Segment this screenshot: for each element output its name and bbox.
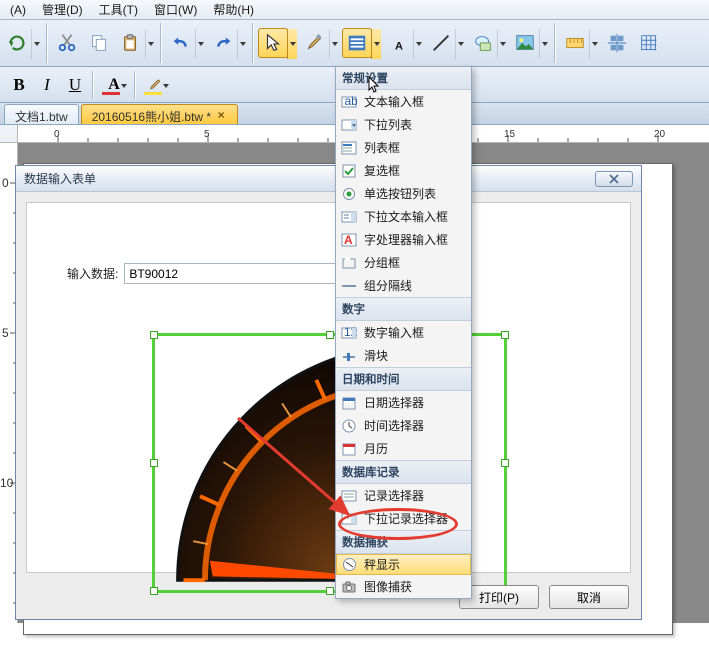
input-label: 输入数据:	[67, 265, 118, 282]
italic-button[interactable]: I	[34, 72, 60, 98]
menu-group-header: 数据捕获	[336, 530, 471, 554]
menu-item-dropdown[interactable]: 下拉列表	[336, 113, 471, 136]
data-entry-dialog: 数据输入表单 输入数据:	[15, 165, 642, 620]
form-controls-dropdown: 常规设置 abl文本输入框 下拉列表 列表框 复选框 单选按钮列表 下拉文本输入…	[335, 66, 472, 599]
menu-item-radio[interactable]: 单选按钮列表	[336, 182, 471, 205]
paste-button[interactable]	[116, 28, 146, 58]
svg-text:A: A	[344, 233, 353, 247]
pointer-tool[interactable]	[258, 28, 288, 58]
cut-button[interactable]	[52, 28, 82, 58]
menu-group-header: 常规设置	[336, 67, 471, 90]
undo-button[interactable]	[166, 28, 196, 58]
menu-item-recpicker[interactable]: 记录选择器	[336, 484, 471, 507]
grid-tool[interactable]	[634, 28, 664, 58]
doc-tab[interactable]: 文档1.btw	[4, 104, 79, 124]
menu-item[interactable]: (A)	[2, 1, 34, 19]
menu-item-separator[interactable]: 组分隔线	[336, 274, 471, 297]
svg-text:5: 5	[2, 326, 9, 340]
menu-item-timepicker[interactable]: 时间选择器	[336, 414, 471, 437]
menu-group-header: 日期和时间	[336, 367, 471, 391]
picture-tool[interactable]	[510, 28, 540, 58]
menu-item[interactable]: 管理(D)	[34, 0, 91, 20]
refresh-button[interactable]	[2, 28, 32, 58]
menu-item-richtext[interactable]: A字处理器输入框	[336, 228, 471, 251]
highlight-button[interactable]	[140, 72, 172, 98]
svg-text:A: A	[395, 40, 403, 52]
main-toolbar: A	[0, 20, 709, 67]
brush-tool[interactable]	[300, 28, 330, 58]
menu-item-datepicker[interactable]: 日期选择器	[336, 391, 471, 414]
data-input[interactable]	[124, 263, 356, 284]
cancel-button[interactable]: 取消	[549, 585, 629, 609]
form-control-tool[interactable]	[342, 28, 372, 58]
svg-text:10: 10	[0, 476, 14, 490]
menu-item-listbox[interactable]: 列表框	[336, 136, 471, 159]
menu-item-imgcapture[interactable]: 图像捕获	[336, 575, 471, 598]
text-tool[interactable]: A	[384, 28, 414, 58]
menu-bar: (A) 管理(D) 工具(T) 窗口(W) 帮助(H)	[0, 0, 709, 20]
menu-item-calendar[interactable]: 月历	[336, 437, 471, 460]
bold-button[interactable]: B	[6, 72, 32, 98]
align-tool[interactable]	[602, 28, 632, 58]
dialog-close-button[interactable]	[595, 171, 633, 187]
menu-item-combotext[interactable]: 下拉文本输入框	[336, 205, 471, 228]
menu-group-header: 数字	[336, 297, 471, 321]
menu-item-recdropdown[interactable]: 下拉记录选择器	[336, 507, 471, 530]
underline-button[interactable]: U	[62, 72, 88, 98]
menu-item-groupbox[interactable]: 分组框	[336, 251, 471, 274]
redo-button[interactable]	[208, 28, 238, 58]
menu-item[interactable]: 工具(T)	[91, 0, 146, 20]
ruler-tool[interactable]	[560, 28, 590, 58]
menu-item-scale[interactable]: 秤显示	[336, 554, 471, 575]
dialog-title: 数据输入表单	[24, 170, 96, 187]
font-color-button[interactable]: A	[98, 72, 130, 98]
menu-item[interactable]: 帮助(H)	[205, 0, 262, 20]
menu-item-numinput[interactable]: 12数字输入框	[336, 321, 471, 344]
menu-item-checkbox[interactable]: 复选框	[336, 159, 471, 182]
copy-button[interactable]	[84, 28, 114, 58]
menu-group-header: 数据库记录	[336, 460, 471, 484]
svg-text:abl: abl	[345, 95, 358, 108]
line-tool[interactable]	[426, 28, 456, 58]
menu-item[interactable]: 窗口(W)	[146, 0, 205, 20]
svg-text:0: 0	[2, 176, 9, 190]
dialog-content: 输入数据:	[26, 202, 631, 573]
close-icon[interactable]: ×	[215, 110, 227, 122]
doc-tab-active[interactable]: 20160516熊小姐.btw * ×	[81, 104, 238, 124]
menu-item-textinput[interactable]: abl文本输入框	[336, 90, 471, 113]
menu-item-slider[interactable]: 滑块	[336, 344, 471, 367]
shape-tool[interactable]	[468, 28, 498, 58]
